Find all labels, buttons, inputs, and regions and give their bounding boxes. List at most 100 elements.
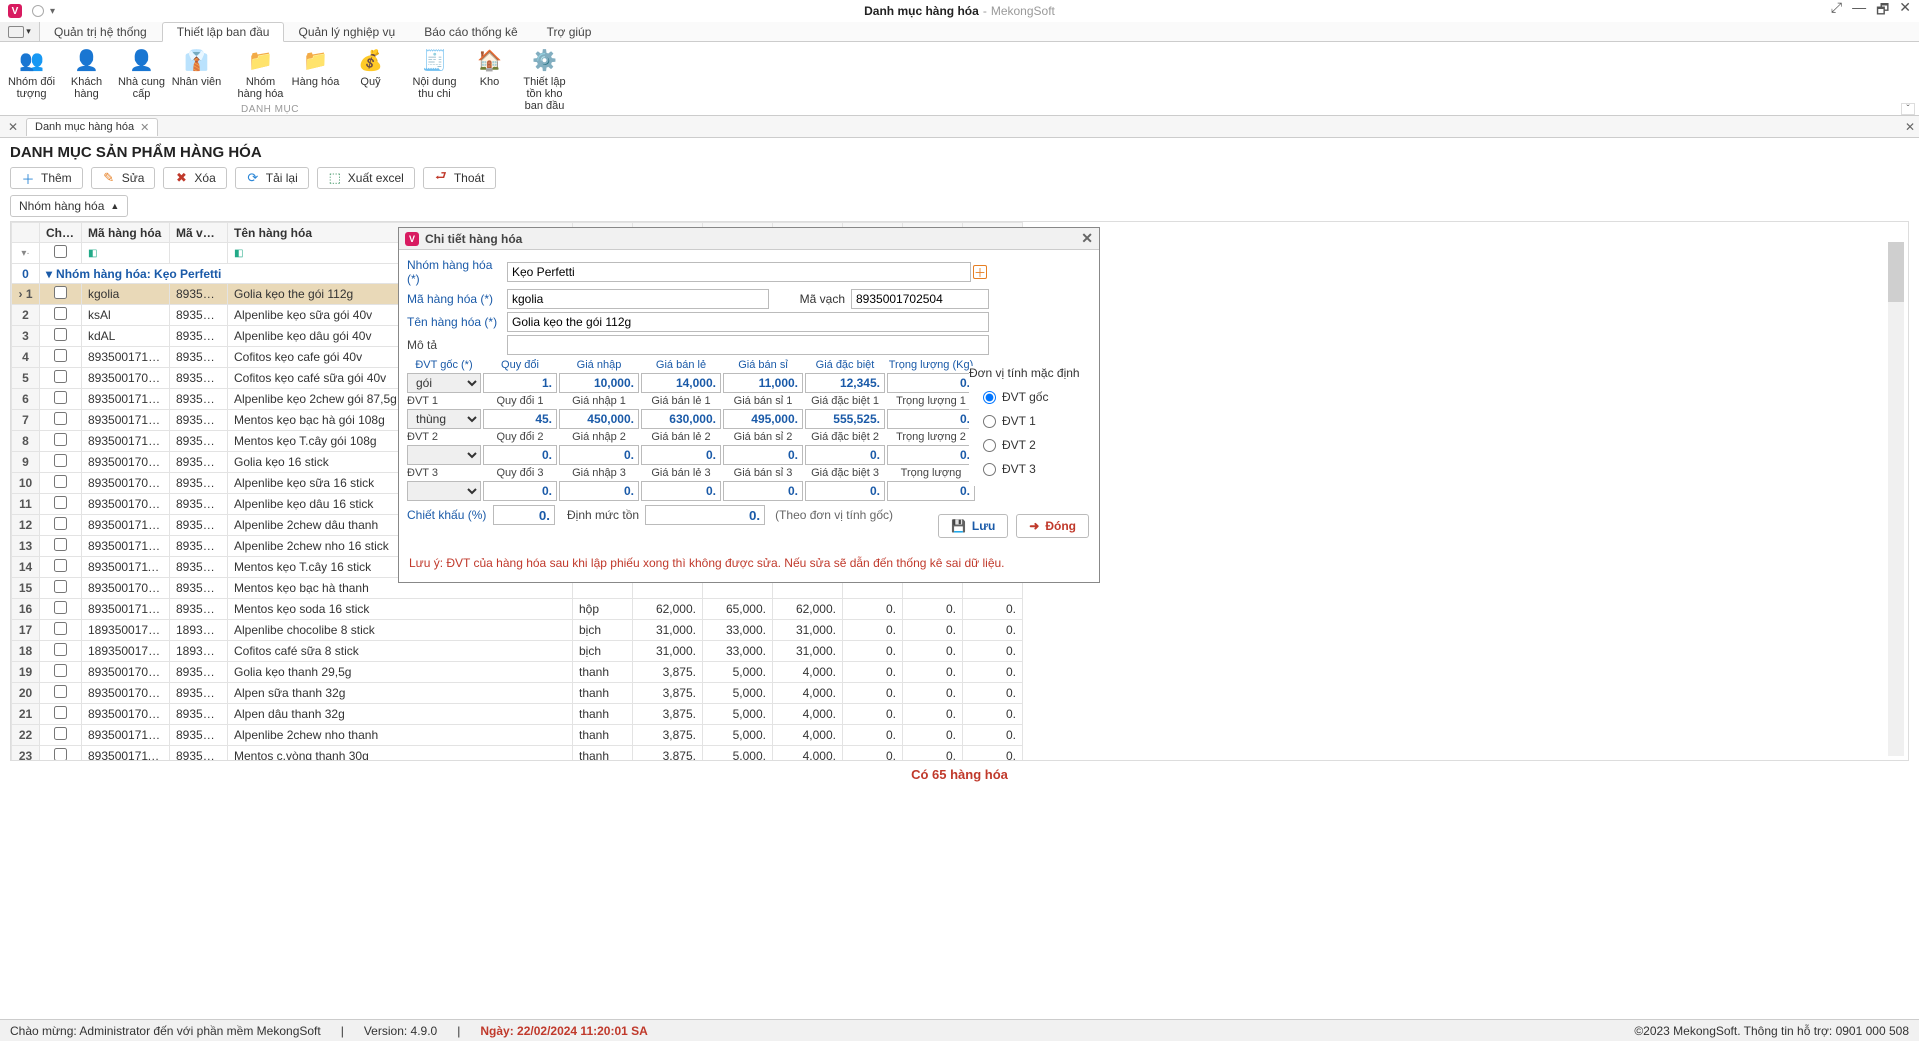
row-checkbox[interactable] bbox=[54, 433, 67, 446]
row-checkbox[interactable] bbox=[54, 475, 67, 488]
table-row[interactable]: 2389350017114...893500...Mentos c.vòng t… bbox=[12, 746, 1023, 762]
input-gbs2[interactable] bbox=[723, 445, 803, 465]
close-right-icon[interactable]: ✕ bbox=[1905, 120, 1915, 134]
input-gbl2[interactable] bbox=[641, 445, 721, 465]
document-tab-danhmuchanghoa[interactable]: Danh mục hàng hóa ✕ bbox=[26, 118, 158, 136]
input-gn0[interactable] bbox=[559, 373, 639, 393]
input-mota[interactable] bbox=[507, 335, 989, 355]
wc-extra-icon[interactable]: ⤢ bbox=[1831, 0, 1842, 23]
input-nhom[interactable] bbox=[507, 262, 971, 282]
table-row[interactable]: 2289350017123...893500...Alpenlibe 2chew… bbox=[12, 725, 1023, 746]
close-button[interactable]: ✕ bbox=[1899, 0, 1911, 23]
select-dvt-goc[interactable]: gói bbox=[407, 373, 481, 393]
col-chon[interactable]: Chọn bbox=[40, 223, 82, 243]
row-checkbox[interactable] bbox=[54, 391, 67, 404]
radio-dvt-goc[interactable]: ĐVT gốc bbox=[983, 390, 1089, 404]
ribbon-btn-nội-dung-thu-chi[interactable]: 🧾Nội dung thu chi bbox=[407, 46, 462, 102]
export-excel-button[interactable]: ⬚Xuất excel bbox=[317, 167, 415, 189]
add-button[interactable]: ＋Thêm bbox=[10, 167, 83, 189]
input-ten[interactable] bbox=[507, 312, 989, 332]
ribbon-btn-quỹ[interactable]: 💰Quỹ bbox=[343, 46, 398, 90]
document-tab-close-icon[interactable]: ✕ bbox=[140, 121, 149, 134]
ribbon-btn-hàng-hóa[interactable]: 📁Hàng hóa bbox=[288, 46, 343, 90]
ribbon-btn-nhóm-hàng-hóa[interactable]: 📁Nhóm hàng hóa bbox=[233, 46, 288, 102]
input-tl1[interactable] bbox=[887, 409, 975, 429]
input-gbl1[interactable] bbox=[641, 409, 721, 429]
ribbon-btn-nhóm-đối-tượng[interactable]: 👥Nhóm đối tượng bbox=[4, 46, 59, 102]
input-quydoi3[interactable] bbox=[483, 481, 557, 501]
add-group-icon[interactable]: ＋ bbox=[973, 265, 987, 279]
delete-button[interactable]: ✖Xóa bbox=[163, 167, 226, 189]
input-quydoi2[interactable] bbox=[483, 445, 557, 465]
filter-ma[interactable]: ◧ bbox=[82, 243, 170, 264]
row-checkbox[interactable] bbox=[54, 601, 67, 614]
input-gdb2[interactable] bbox=[805, 445, 885, 465]
col-ma[interactable]: Mã hàng hóa bbox=[82, 223, 170, 243]
close-all-left-icon[interactable]: ✕ bbox=[4, 120, 22, 134]
input-dinhmuc[interactable] bbox=[645, 505, 765, 525]
reload-button[interactable]: ⟳Tải lại bbox=[235, 167, 309, 189]
select-dvt2[interactable] bbox=[407, 445, 481, 465]
row-checkbox[interactable] bbox=[54, 412, 67, 425]
edit-button[interactable]: ✎Sửa bbox=[91, 167, 156, 189]
ribbon-btn-kho[interactable]: 🏠Kho bbox=[462, 46, 517, 90]
row-checkbox[interactable] bbox=[54, 349, 67, 362]
ribbon-btn-thiết-lập-tồn-kho-ban-đầu[interactable]: ⚙️Thiết lập tồn kho ban đầu bbox=[517, 46, 572, 114]
filter-chk[interactable] bbox=[40, 243, 82, 264]
ribbon-btn-nhà-cung-cấp[interactable]: 👤Nhà cung cấp bbox=[114, 46, 169, 102]
row-checkbox[interactable] bbox=[54, 622, 67, 635]
groupby-selector[interactable]: Nhóm hàng hóa▲ bbox=[10, 195, 128, 217]
ribbon-tab-3[interactable]: Báo cáo thống kê bbox=[410, 22, 532, 41]
table-row[interactable]: 1818935001711...189350...Cofitos café sữ… bbox=[12, 641, 1023, 662]
row-checkbox[interactable] bbox=[54, 496, 67, 509]
row-checkbox[interactable] bbox=[54, 580, 67, 593]
radio-dvt2[interactable]: ĐVT 2 bbox=[983, 438, 1089, 452]
input-tl2[interactable] bbox=[887, 445, 975, 465]
row-checkbox[interactable] bbox=[54, 370, 67, 383]
input-gn1[interactable] bbox=[559, 409, 639, 429]
ribbon-tab-2[interactable]: Quản lý nghiệp vụ bbox=[284, 22, 410, 41]
row-checkbox[interactable] bbox=[54, 307, 67, 320]
qat-caret[interactable]: ▾ bbox=[50, 6, 55, 17]
input-gdb1[interactable] bbox=[805, 409, 885, 429]
row-checkbox[interactable] bbox=[54, 748, 67, 761]
row-checkbox[interactable] bbox=[54, 328, 67, 341]
exit-button[interactable]: ⮐Thoát bbox=[423, 167, 496, 189]
row-checkbox[interactable] bbox=[54, 727, 67, 740]
input-mavach[interactable] bbox=[851, 289, 989, 309]
ribbon-tab-4[interactable]: Trợ giúp bbox=[533, 22, 607, 41]
input-quydoi0[interactable] bbox=[483, 373, 557, 393]
input-gbs0[interactable] bbox=[723, 373, 803, 393]
row-checkbox[interactable] bbox=[54, 538, 67, 551]
close-button-dlg[interactable]: ➜Đóng bbox=[1016, 514, 1089, 538]
row-checkbox[interactable] bbox=[54, 517, 67, 530]
ribbon-tab-1[interactable]: Thiết lập ban đầu bbox=[162, 22, 285, 42]
row-checkbox[interactable] bbox=[54, 454, 67, 467]
maximize-button[interactable]: 🗗 bbox=[1876, 0, 1889, 23]
ribbon-btn-nhân-viên[interactable]: 👔Nhân viên bbox=[169, 46, 224, 90]
table-row[interactable]: 1718935001711...189350...Alpenlibe choco… bbox=[12, 620, 1023, 641]
dialog-titlebar[interactable]: V Chi tiết hàng hóa ✕ bbox=[399, 228, 1099, 250]
radio-dvt3[interactable]: ĐVT 3 bbox=[983, 462, 1089, 476]
input-tl0[interactable] bbox=[887, 373, 975, 393]
input-gbl3[interactable] bbox=[641, 481, 721, 501]
ribbon-file-button[interactable]: ▾ bbox=[0, 22, 40, 41]
input-gn2[interactable] bbox=[559, 445, 639, 465]
input-gbs1[interactable] bbox=[723, 409, 803, 429]
input-chietkhau[interactable] bbox=[493, 505, 555, 525]
row-checkbox[interactable] bbox=[54, 643, 67, 656]
input-quydoi1[interactable] bbox=[483, 409, 557, 429]
table-row[interactable]: 2189350017031...893500...Alpen dâu thanh… bbox=[12, 704, 1023, 725]
input-tl3[interactable] bbox=[887, 481, 975, 501]
row-checkbox[interactable] bbox=[54, 685, 67, 698]
ribbon-btn-khách-hàng[interactable]: 👤Khách hàng bbox=[59, 46, 114, 102]
radio-dvt1[interactable]: ĐVT 1 bbox=[983, 414, 1089, 428]
dialog-close-icon[interactable]: ✕ bbox=[1081, 230, 1093, 247]
table-row[interactable]: 1689350017124...893500...Mentos kẹo soda… bbox=[12, 599, 1023, 620]
col-vach[interactable]: Mã vạch bbox=[170, 223, 228, 243]
input-gn3[interactable] bbox=[559, 481, 639, 501]
select-dvt1[interactable]: thùng bbox=[407, 409, 481, 429]
vertical-scrollbar[interactable] bbox=[1888, 242, 1904, 756]
ribbon-collapse-button[interactable]: ˇ bbox=[1901, 103, 1915, 115]
minimize-button[interactable]: — bbox=[1852, 0, 1866, 23]
